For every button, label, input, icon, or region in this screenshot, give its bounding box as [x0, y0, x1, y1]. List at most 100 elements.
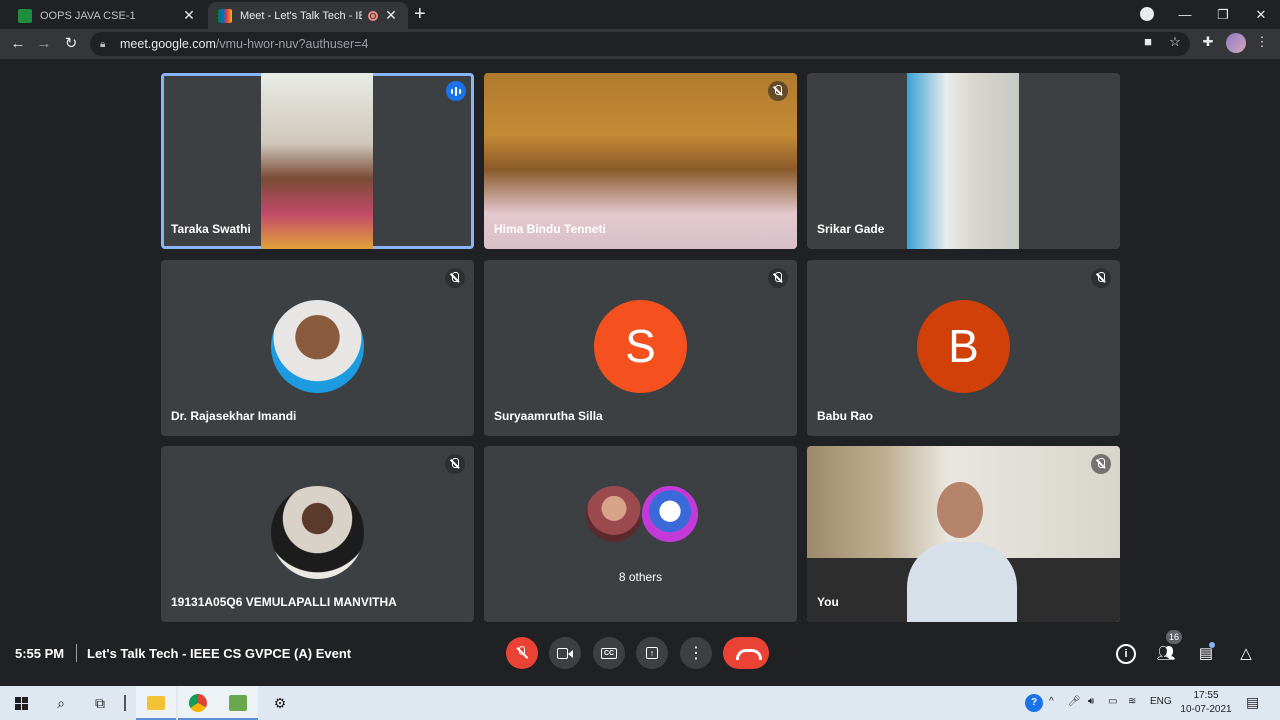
- participant-video: [261, 73, 373, 249]
- window-controls: — ❐ ✕: [1166, 0, 1280, 29]
- recording-icon: [368, 10, 378, 21]
- people-icon[interactable]: 👥︎: [1156, 644, 1176, 664]
- task-view-icon[interactable]: ⧉: [89, 692, 111, 714]
- classroom-favicon-icon: [18, 8, 32, 23]
- present-button[interactable]: ↑: [636, 637, 668, 669]
- mic-off-icon: [1091, 454, 1111, 474]
- captions-button[interactable]: CC: [593, 637, 625, 669]
- self-video-face: [937, 482, 983, 538]
- language-indicator[interactable]: ENG: [1150, 696, 1172, 707]
- participants-count-badge: 16: [1166, 630, 1182, 644]
- windows-start-icon[interactable]: [10, 692, 32, 714]
- notifications-icon[interactable]: ▤: [1246, 694, 1259, 711]
- captions-icon: CC: [600, 647, 618, 659]
- settings-gear-icon[interactable]: ⚙: [269, 692, 291, 714]
- participant-tile[interactable]: Hima Bindu Tenneti: [484, 73, 797, 249]
- more-options-button[interactable]: ⋮: [680, 637, 712, 669]
- wifi-icon[interactable]: ≋: [1128, 696, 1136, 707]
- forward-icon[interactable]: →: [34, 34, 54, 54]
- tab-meet[interactable]: Meet - Let's Talk Tech - IEEE C ✕: [208, 2, 408, 29]
- participant-tile[interactable]: Taraka Swathi: [161, 73, 474, 249]
- battery-icon[interactable]: ▭: [1108, 696, 1117, 707]
- mic-off-icon: [1091, 268, 1111, 288]
- speaking-indicator-icon: [446, 81, 466, 101]
- extensions-icon[interactable]: ✚: [1198, 34, 1218, 50]
- participant-tile[interactable]: S Suryaamrutha Silla: [484, 260, 797, 436]
- participant-video: [907, 73, 1019, 249]
- participant-tile[interactable]: Dr. Rajasekhar Imandi: [161, 260, 474, 436]
- mic-off-icon: [445, 268, 465, 288]
- bookmark-star-icon[interactable]: ☆: [1165, 34, 1185, 50]
- participant-avatar-photo: [271, 300, 364, 393]
- more-vert-icon: ⋮: [688, 645, 704, 662]
- meeting-time: 5:55 PM: [15, 646, 65, 661]
- new-tab-button[interactable]: +: [414, 3, 426, 25]
- chat-unread-dot: [1209, 642, 1215, 648]
- participant-name: You: [817, 595, 839, 609]
- chrome-icon: [187, 692, 209, 714]
- participant-name: Babu Rao: [817, 409, 874, 423]
- taskbar-divider: [124, 695, 126, 711]
- mic-toggle-button[interactable]: [506, 637, 538, 669]
- camera-indicator-icon[interactable]: ■: [1138, 34, 1158, 49]
- leave-call-button[interactable]: [723, 637, 769, 669]
- close-icon[interactable]: ✕: [182, 7, 196, 24]
- url-host: meet.google.com: [120, 37, 216, 51]
- meet-favicon-icon: [218, 8, 232, 23]
- mic-off-icon: [768, 268, 788, 288]
- close-icon[interactable]: ✕: [384, 7, 398, 24]
- participant-name: Srikar Gade: [817, 222, 885, 236]
- show-hidden-icons-icon[interactable]: ^: [1049, 696, 1054, 707]
- windows-taskbar: ⌕ ⧉ ⚙ ? ^ 🎤︎ 🔊︎ ▭ ≋ ENG 17:55 10-07-2021…: [0, 686, 1280, 720]
- camera-toggle-button[interactable]: [549, 637, 581, 669]
- help-icon[interactable]: ?: [1025, 694, 1043, 712]
- mic-off-icon: [445, 454, 465, 474]
- divider: [76, 644, 77, 662]
- activities-icon[interactable]: △: [1236, 644, 1256, 664]
- others-tile[interactable]: 8 others: [484, 446, 797, 622]
- browser-toolbar: ← → ↻ 🔒︎ meet.google.com /vmu-hwor-nuv?a…: [0, 29, 1280, 59]
- tab-label: Meet - Let's Talk Tech - IEEE C: [240, 9, 362, 22]
- present-screen-icon: ↑: [645, 647, 659, 659]
- others-count-label: 8 others: [618, 570, 663, 584]
- app-icon: [227, 692, 249, 714]
- address-bar[interactable]: 🔒︎ meet.google.com /vmu-hwor-nuv?authuse…: [90, 32, 1190, 56]
- participant-name: Suryaamrutha Silla: [494, 409, 603, 423]
- others-avatar: [584, 484, 644, 544]
- clock-time: 17:55: [1193, 690, 1219, 701]
- participant-name: 19131A05Q6 VEMULAPALLI MANVITHA: [171, 595, 397, 609]
- meeting-controls-bar: 5:55 PM Let's Talk Tech - IEEE CS GVPCE …: [0, 622, 1280, 686]
- participant-avatar-initial: B: [917, 300, 1010, 393]
- self-tile[interactable]: You: [807, 446, 1120, 622]
- self-video-person: [907, 542, 1017, 622]
- volume-icon[interactable]: 🔊︎: [1088, 696, 1094, 707]
- participant-tile[interactable]: B Babu Rao: [807, 260, 1120, 436]
- mic-off-icon: [768, 81, 788, 101]
- tab-oops-java[interactable]: OOPS JAVA CSE-1 ✕: [8, 2, 206, 29]
- participant-name: Dr. Rajasekhar Imandi: [171, 409, 297, 423]
- participant-tile[interactable]: 19131A05Q6 VEMULAPALLI MANVITHA: [161, 446, 474, 622]
- participant-name: Hima Bindu Tenneti: [494, 222, 606, 236]
- search-icon[interactable]: ⌕: [50, 692, 72, 714]
- back-icon[interactable]: ←: [8, 34, 28, 54]
- mic-off-icon: [515, 646, 529, 660]
- tab-search-icon[interactable]: [1140, 7, 1154, 21]
- reload-icon[interactable]: ↻: [61, 34, 81, 54]
- meeting-details-icon[interactable]: i: [1116, 644, 1136, 664]
- close-window-icon[interactable]: ✕: [1242, 7, 1280, 23]
- participant-tile[interactable]: Srikar Gade: [807, 73, 1120, 249]
- participant-avatar-initial: S: [594, 300, 687, 393]
- participant-avatar-photo: [271, 486, 364, 579]
- browser-tab-strip: OOPS JAVA CSE-1 ✕ Meet - Let's Talk Tech…: [0, 0, 1280, 29]
- microphone-icon[interactable]: 🎤︎: [1068, 696, 1081, 707]
- others-avatars: [584, 484, 700, 544]
- lock-icon[interactable]: 🔒︎: [100, 39, 110, 50]
- camera-icon: [557, 647, 573, 659]
- taskbar-clock[interactable]: 17:55 10-07-2021: [1180, 689, 1232, 717]
- clock-date: 10-07-2021: [1180, 704, 1232, 715]
- maximize-icon[interactable]: ❐: [1204, 7, 1242, 23]
- minimize-icon[interactable]: —: [1166, 7, 1204, 22]
- menu-kebab-icon[interactable]: ⋮: [1252, 34, 1272, 50]
- file-explorer-icon: [145, 692, 167, 714]
- profile-avatar[interactable]: [1226, 33, 1246, 53]
